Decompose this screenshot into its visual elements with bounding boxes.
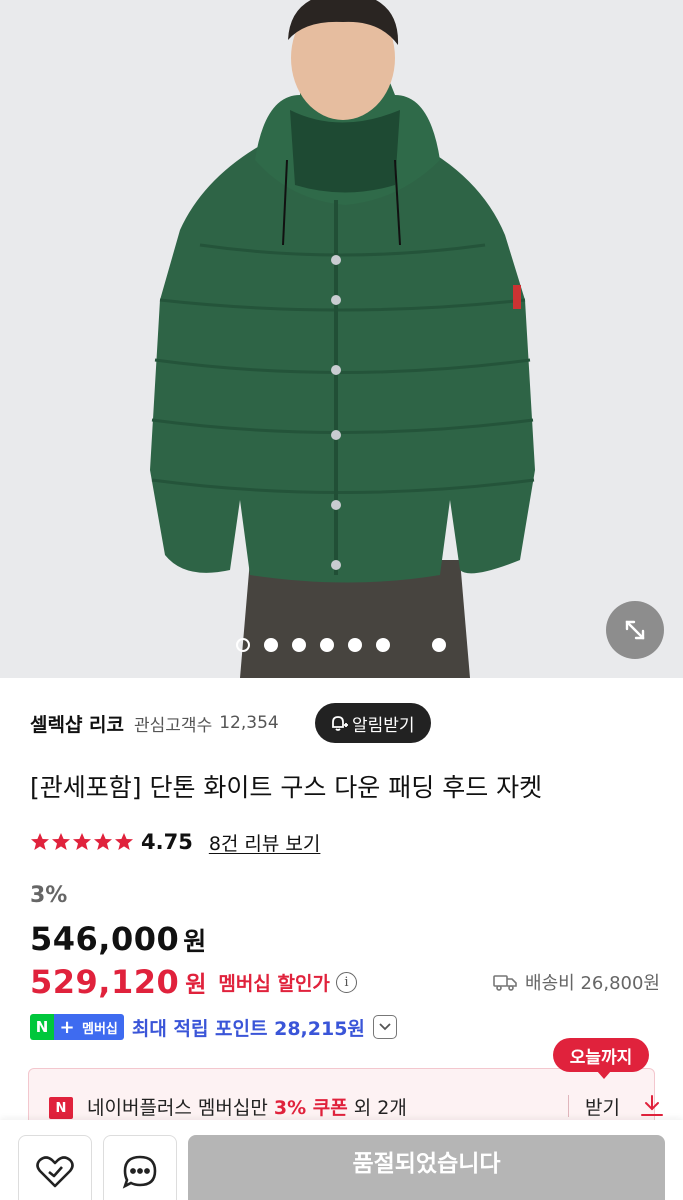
carousel-dot[interactable] bbox=[348, 638, 362, 652]
discount-rate: 3% bbox=[30, 883, 68, 908]
naver-n-logo: N bbox=[30, 1014, 54, 1040]
max-points-text: 최대 적립 포인트 28,215원 bbox=[131, 1017, 365, 1040]
rating-value: 4.75 bbox=[141, 830, 193, 854]
coupon-get-button[interactable]: 받기 bbox=[585, 1093, 620, 1120]
original-price: 546,000 원 bbox=[30, 920, 206, 958]
rating-row: 4.75 8건 리뷰 보기 bbox=[30, 827, 320, 857]
bottom-action-bar: 품절되었습니다 bbox=[0, 1120, 683, 1200]
product-image-carousel[interactable] bbox=[0, 0, 683, 678]
membership-points-row: N + 멤버십 최대 적립 포인트 28,215원 bbox=[30, 1012, 397, 1042]
alarm-subscribe-button[interactable]: 알림받기 bbox=[315, 703, 431, 743]
coupon-text-prefix: 네이버플러스 멤버십만 bbox=[87, 1097, 274, 1119]
plus-icon: + bbox=[54, 1014, 80, 1040]
coupon-highlight: 3% 쿠폰 bbox=[273, 1097, 348, 1119]
bell-plus-icon bbox=[332, 716, 348, 731]
carousel-dot[interactable] bbox=[376, 638, 390, 652]
carousel-dot[interactable] bbox=[236, 638, 250, 652]
wishlist-button[interactable] bbox=[18, 1135, 92, 1200]
sale-price-row: 529,120 원 멤버십 할인가 i 배송비 26,800원 bbox=[30, 962, 660, 1002]
star-icon bbox=[52, 833, 70, 850]
fans-label: 관심고객수 bbox=[134, 715, 213, 736]
star-icon bbox=[31, 833, 49, 850]
alarm-button-label: 알림받기 bbox=[352, 715, 415, 736]
today-only-tag: 오늘까지 bbox=[553, 1038, 649, 1079]
naver-n-badge: N bbox=[49, 1097, 73, 1119]
naver-plus-badge: N + 멤버십 bbox=[30, 1014, 124, 1040]
info-icon[interactable]: i bbox=[335, 971, 357, 993]
heart-check-icon bbox=[36, 1156, 74, 1188]
membership-badge-label: 멤버십 bbox=[80, 1014, 124, 1040]
carousel-dot[interactable] bbox=[292, 638, 306, 652]
coupon-text: 네이버플러스 멤버십만 3% 쿠폰 외 2개 bbox=[87, 1093, 407, 1120]
rating-stars bbox=[30, 832, 134, 852]
chevron-down-icon bbox=[379, 1023, 391, 1031]
sale-price-value: 529,120 bbox=[30, 963, 180, 1001]
original-price-unit: 원 bbox=[183, 927, 207, 956]
chat-bubble-icon bbox=[122, 1155, 157, 1189]
star-icon bbox=[94, 833, 112, 850]
carousel-dot[interactable] bbox=[264, 638, 278, 652]
star-icon bbox=[115, 833, 133, 850]
store-name[interactable]: 셀렉샵 리코 bbox=[30, 710, 124, 737]
truck-icon bbox=[493, 975, 517, 991]
carousel-indicator bbox=[0, 637, 683, 653]
store-info-row: 셀렉샵 리코 관심고객수 12,354 알림받기 bbox=[30, 703, 653, 743]
points-expand-button[interactable] bbox=[372, 1015, 397, 1039]
star-icon bbox=[73, 833, 91, 850]
product-photo bbox=[0, 0, 683, 678]
shipping-fee: 배송비 26,800원 bbox=[493, 969, 660, 995]
original-price-value: 546,000 bbox=[30, 920, 180, 958]
fans-count: 12,354 bbox=[219, 713, 279, 733]
chat-button[interactable] bbox=[103, 1135, 177, 1200]
carousel-dot[interactable] bbox=[320, 638, 334, 652]
soldout-button: 품절되었습니다 bbox=[188, 1135, 665, 1200]
product-title: [관세포함] 단톤 화이트 구스 다운 패딩 후드 자켓 bbox=[30, 773, 543, 802]
review-link[interactable]: 8건 리뷰 보기 bbox=[209, 829, 321, 856]
membership-price-label: 멤버십 할인가 bbox=[218, 972, 330, 995]
sale-price-unit: 원 bbox=[185, 972, 207, 998]
shipping-fee-label: 배송비 26,800원 bbox=[525, 973, 660, 994]
coupon-text-suffix: 외 2개 bbox=[347, 1097, 407, 1119]
divider bbox=[568, 1095, 569, 1117]
carousel-dot[interactable] bbox=[432, 638, 446, 652]
download-icon[interactable] bbox=[639, 1093, 665, 1119]
